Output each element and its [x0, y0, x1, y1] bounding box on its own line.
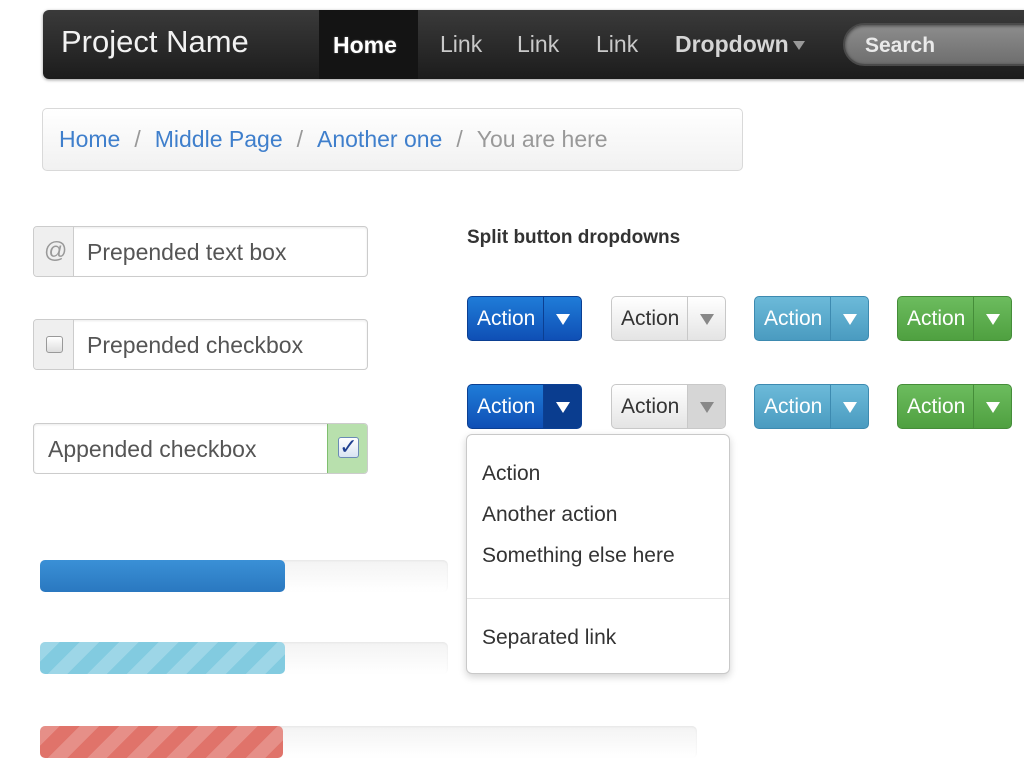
progress-bar-danger-striped [40, 726, 697, 758]
dropdown-toggle[interactable] [830, 297, 868, 340]
breadcrumb-current: You are here [476, 126, 608, 152]
split-button-default: Action [611, 384, 727, 429]
brand-title[interactable]: Project Name [61, 24, 249, 60]
menu-item-action[interactable]: Action [482, 462, 540, 486]
prepended-checkbox-field[interactable]: Prepended checkbox [33, 319, 368, 370]
menu-divider [467, 598, 729, 599]
breadcrumb-separator: / [134, 126, 141, 152]
dropdown-toggle[interactable] [543, 297, 581, 340]
caret-down-icon [843, 402, 858, 413]
split-button-primary-open: Action [467, 384, 583, 429]
dropdown-toggle[interactable] [687, 385, 726, 428]
action-button[interactable]: Action [898, 297, 973, 340]
action-button[interactable]: Action [898, 385, 973, 428]
nav-link-3[interactable]: Link [596, 31, 638, 58]
action-button[interactable]: Action [468, 385, 543, 428]
caret-down-icon [700, 402, 715, 413]
prepended-text-field[interactable]: @ Prepended text box [33, 226, 368, 277]
action-button[interactable]: Action [468, 297, 543, 340]
split-button-success: Action [897, 384, 1013, 429]
action-button[interactable]: Action [755, 297, 830, 340]
dropdown-toggle[interactable] [687, 297, 725, 340]
nav-link-2[interactable]: Link [517, 31, 559, 58]
dropdown-menu: Action Another action Something else her… [466, 434, 730, 674]
split-button-info: Action [754, 296, 870, 341]
dropdown-toggle[interactable] [973, 297, 1011, 340]
breadcrumb-another-one[interactable]: Another one [317, 126, 442, 152]
nav-link-1[interactable]: Link [440, 31, 482, 58]
at-icon: @ [44, 237, 68, 263]
split-button-default: Action [611, 296, 727, 341]
search-input[interactable]: Search [843, 23, 1024, 66]
progress-bar-info-striped [40, 642, 448, 674]
caret-down-icon [556, 402, 571, 413]
caret-down-icon [986, 402, 1001, 413]
action-button[interactable]: Action [755, 385, 830, 428]
breadcrumb: Home / Middle Page / Another one / You are her… [42, 108, 743, 171]
caret-down-icon [792, 41, 805, 50]
progress-bar-default [40, 560, 448, 592]
menu-item-something-else[interactable]: Something else here [482, 544, 675, 568]
split-button-success: Action [897, 296, 1013, 341]
split-button-primary: Action [467, 296, 583, 341]
progress-fill [40, 726, 284, 758]
dropdown-toggle[interactable] [543, 385, 582, 428]
prepend-addon: @ [34, 227, 74, 276]
menu-item-separated-link[interactable]: Separated link [482, 626, 616, 650]
breadcrumb-separator: / [296, 126, 303, 152]
progress-fill [40, 560, 285, 592]
append-checkbox-addon: ✓ [327, 424, 367, 473]
breadcrumb-separator: / [456, 126, 463, 152]
dropdown-toggle[interactable] [830, 385, 868, 428]
split-button-info: Action [754, 384, 870, 429]
progress-fill [40, 642, 285, 674]
nav-item-home-label: Home [333, 32, 397, 58]
prepended-text-placeholder: Prepended text box [87, 239, 287, 265]
breadcrumb-home[interactable]: Home [59, 126, 120, 152]
dropdown-toggle[interactable] [973, 385, 1011, 428]
action-button[interactable]: Action [612, 297, 687, 340]
nav-item-home[interactable]: Home [319, 10, 418, 79]
prepended-checkbox-placeholder: Prepended checkbox [87, 332, 304, 358]
checkbox-checked[interactable]: ✓ [338, 436, 359, 458]
caret-down-icon [843, 314, 858, 325]
navbar: Project Name Home Link Link Link Dropdow… [43, 10, 1024, 79]
breadcrumb-middle-page[interactable]: Middle Page [155, 126, 283, 152]
appended-checkbox-placeholder: Appended checkbox [48, 436, 257, 462]
nav-dropdown-label: Dropdown [675, 31, 789, 57]
appended-checkbox-field[interactable]: Appended checkbox ✓ [33, 423, 368, 474]
nav-dropdown[interactable]: Dropdown [675, 31, 805, 58]
section-title: Split button dropdowns [467, 227, 681, 248]
prepend-checkbox-addon [34, 320, 74, 369]
menu-item-another-action[interactable]: Another action [482, 503, 617, 527]
action-button[interactable]: Action [612, 385, 687, 428]
checkbox-unchecked[interactable] [46, 336, 63, 353]
caret-down-icon [556, 314, 571, 325]
caret-down-icon [986, 314, 1001, 325]
caret-down-icon [700, 314, 715, 325]
